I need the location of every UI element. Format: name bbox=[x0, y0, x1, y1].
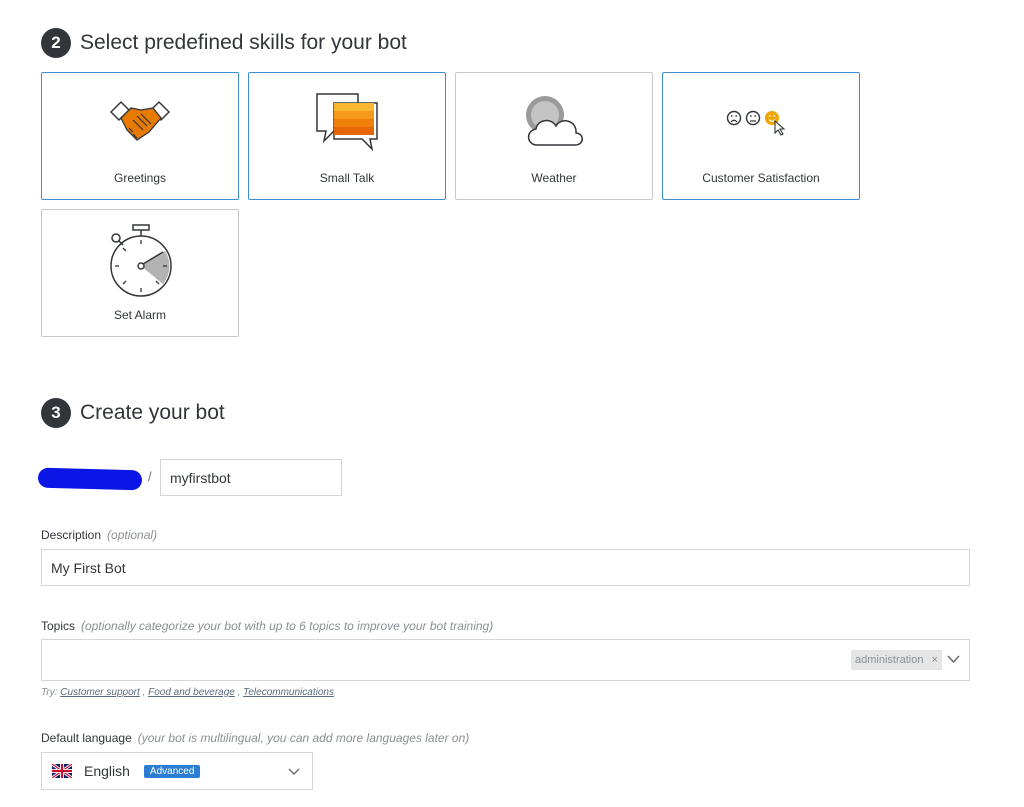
skill-label: Small Talk bbox=[319, 171, 375, 185]
description-label-text: Description bbox=[41, 528, 102, 542]
topics-hint: (optionally categorize your bot with up … bbox=[81, 619, 494, 633]
handshake-icon bbox=[42, 89, 238, 153]
suggestion-link[interactable]: Food and beverage bbox=[148, 687, 235, 698]
default-language-label: Default language (your bot is multilingua… bbox=[41, 731, 469, 745]
step-3-heading: 3 Create your bot bbox=[41, 398, 225, 428]
skill-card-customer-satisfaction[interactable]: Customer Satisfaction bbox=[662, 72, 860, 200]
description-input[interactable]: My First Bot bbox=[41, 549, 970, 586]
skill-card-set-alarm[interactable]: Set Alarm bbox=[41, 209, 239, 337]
uk-flag-icon bbox=[52, 764, 72, 778]
topic-suggestions: Try: Customer support , Food and beverag… bbox=[41, 687, 334, 698]
topics-label: Topics (optionally categorize your bot wi… bbox=[41, 619, 493, 633]
redacted-account-name bbox=[37, 467, 143, 491]
language-label-text: Default language bbox=[41, 731, 132, 745]
skill-card-weather[interactable]: Weather bbox=[455, 72, 653, 200]
description-label: Description (optional) bbox=[41, 528, 157, 542]
step-2-heading: 2 Select predefined skills for your bot bbox=[41, 28, 407, 58]
skill-label: Customer Satisfaction bbox=[702, 171, 820, 185]
skill-card-small-talk[interactable]: Small Talk bbox=[248, 72, 446, 200]
language-select[interactable]: English Advanced bbox=[41, 752, 313, 790]
step-number-badge: 3 bbox=[41, 398, 71, 428]
language-hint: (your bot is multilingual, you can add m… bbox=[137, 731, 470, 745]
topics-input[interactable] bbox=[41, 639, 970, 681]
topic-tag-label: administration bbox=[855, 654, 924, 666]
description-hint: (optional) bbox=[107, 528, 158, 542]
topics-label-text: Topics bbox=[41, 619, 76, 633]
topic-tag-administration: administration × bbox=[851, 650, 942, 670]
create-bot-page: 2 Select predefined skills for your bot … bbox=[0, 0, 1024, 807]
stopwatch-icon bbox=[42, 220, 238, 300]
skill-card-greetings[interactable]: Greetings bbox=[41, 72, 239, 200]
suggestion-link[interactable]: Telecommunications bbox=[243, 687, 334, 698]
language-dropdown-chevron-icon[interactable] bbox=[288, 768, 300, 776]
step-title: Create your bot bbox=[80, 401, 225, 424]
suggestions-prefix: Try: bbox=[41, 687, 58, 698]
path-separator: / bbox=[148, 469, 152, 484]
cloud-icon bbox=[456, 89, 652, 153]
advanced-badge: Advanced bbox=[143, 764, 201, 778]
bot-name-input[interactable]: myfirstbot bbox=[160, 459, 342, 496]
chat-bubbles-icon bbox=[249, 89, 445, 153]
skill-label: Greetings bbox=[113, 171, 167, 185]
suggestion-link[interactable]: Customer support bbox=[60, 687, 139, 698]
skill-label: Weather bbox=[531, 171, 577, 185]
skill-label: Set Alarm bbox=[113, 308, 167, 322]
step-number-badge: 2 bbox=[41, 28, 71, 58]
language-value: English bbox=[84, 763, 130, 779]
smileys-icon bbox=[663, 89, 859, 153]
step-title: Select predefined skills for your bot bbox=[80, 31, 407, 54]
topics-dropdown-chevron-icon[interactable] bbox=[947, 655, 960, 664]
topic-tag-remove-icon[interactable]: × bbox=[931, 654, 937, 666]
